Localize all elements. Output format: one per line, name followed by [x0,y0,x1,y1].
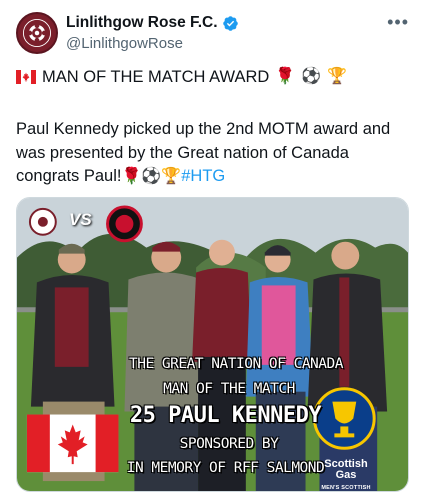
football-emoji: ⚽ [301,68,322,85]
tweet-header: Linlithgow Rose F.C. @LinlithgowRose ••• [16,10,409,56]
rose-emoji: 🌹 [121,168,142,185]
tweet-body: Paul Kennedy picked up the 2nd MOTM awar… [16,118,411,189]
more-options-button[interactable]: ••• [387,12,409,33]
trophy-emoji: 🏆 [327,68,348,85]
author-display-name[interactable]: Linlithgow Rose F.C. [66,14,218,32]
canada-flag-large [26,414,119,473]
rose-emoji: 🌹 [275,68,296,85]
headline: MAN OF THE MATCH AWARD 🌹 ⚽ 🏆 [16,66,409,88]
overlay-line-player: 25 PAUL KENNEDY [129,403,322,428]
overlay-line-motm: MAN OF THE MATCH [163,381,295,397]
author-handle[interactable]: @LinlithgowRose [66,35,183,52]
tweet-photo[interactable]: VS THE GREAT NATION OF CANADA MAN OF THE… [16,197,409,492]
sponsor-sub: MEN'S SCOTTISH CUP [321,485,371,491]
canada-flag-icon [16,70,36,84]
overlay-line-sponsor-nation: THE GREAT NATION OF CANADA [129,356,343,372]
trophy-emoji: 🏆 [161,168,182,185]
sponsor-name: Scottish Gas [324,458,368,481]
club-crest-icon [18,14,56,52]
headline-text: MAN OF THE MATCH AWARD [42,68,270,86]
overlay-line-memory: IN MEMORY OF RFF SALMOND [126,460,325,476]
author-name-row: Linlithgow Rose F.C. [66,14,239,32]
verified-badge-icon [222,15,238,31]
hashtag-link[interactable]: #HTG [181,167,225,185]
avatar[interactable] [16,12,58,54]
football-emoji: ⚽ [141,168,162,185]
vs-label: VS [69,210,92,229]
sponsor-logo-text: Scottish Gas MEN'S SCOTTISH CUP [315,459,377,492]
overlay-line-sponsored-by: SPONSORED BY [179,436,279,452]
